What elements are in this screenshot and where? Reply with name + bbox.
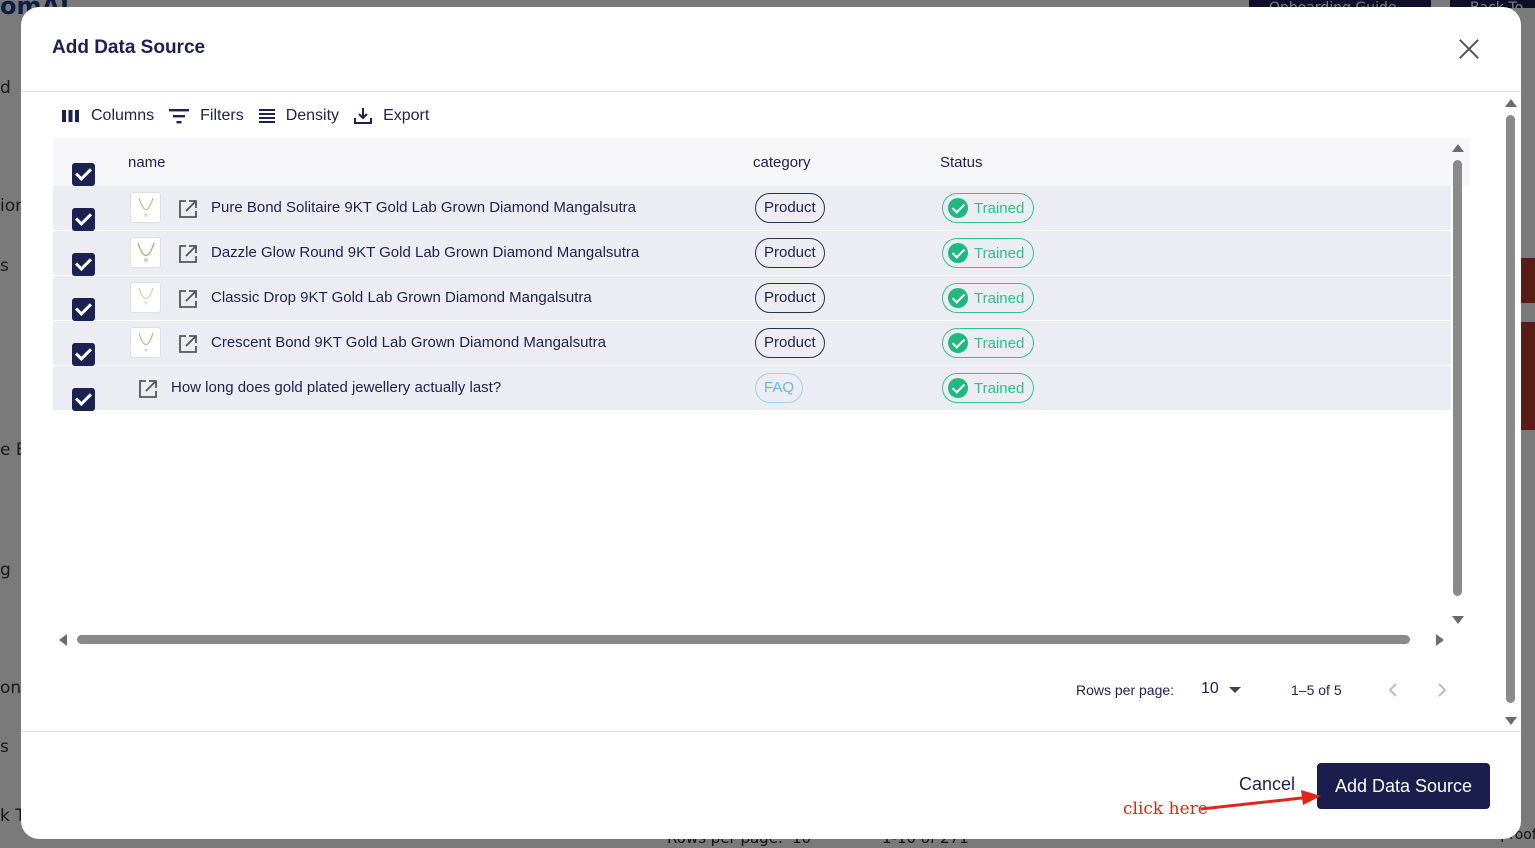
category-chip: Product <box>755 238 825 268</box>
rows-per-page-label: Rows per page: <box>1076 682 1175 698</box>
scrollbar-thumb[interactable] <box>1453 160 1462 596</box>
filters-label: Filters <box>200 107 244 124</box>
dialog-vertical-scrollbar[interactable] <box>1503 97 1519 727</box>
column-header-status[interactable]: Status <box>940 154 983 171</box>
table-row[interactable]: Pure Bond Solitaire 9KT Gold Lab Grown D… <box>53 186 1451 231</box>
columns-button[interactable]: Columns <box>61 107 154 125</box>
category-chip: Product <box>755 283 825 313</box>
chevron-down-icon[interactable] <box>1229 687 1241 693</box>
grid-toolbar: Columns Filters Density Export <box>61 106 429 126</box>
table-row[interactable]: Classic Drop 9KT Gold Lab Grown Diamond … <box>53 276 1451 321</box>
scroll-up-arrow-icon[interactable] <box>1505 99 1517 107</box>
table-row[interactable]: Dazzle Glow Round 9KT Gold Lab Grown Dia… <box>53 231 1451 276</box>
column-header-name[interactable]: name <box>128 154 166 171</box>
open-external-icon[interactable] <box>177 288 199 310</box>
category-chip: Product <box>755 328 825 358</box>
row-name: Crescent Bond 9KT Gold Lab Grown Diamond… <box>211 334 606 351</box>
export-button[interactable]: Export <box>353 106 429 126</box>
check-circle-icon <box>948 333 968 353</box>
previous-page-icon[interactable] <box>1383 680 1403 700</box>
grid-header-row: name category Status <box>53 138 1470 186</box>
row-name: Dazzle Glow Round 9KT Gold Lab Grown Dia… <box>211 244 640 261</box>
pagination: Rows per page: 10 1–5 of 5 <box>21 677 1521 707</box>
table-row[interactable]: Crescent Bond 9KT Gold Lab Grown Diamond… <box>53 321 1451 366</box>
data-grid: name category Status Pure Bond Solitaire… <box>53 138 1470 658</box>
density-icon <box>258 109 275 123</box>
density-label: Density <box>285 107 340 124</box>
row-checkbox[interactable] <box>72 252 95 276</box>
dialog-header: Add Data Source <box>21 7 1521 92</box>
scrollbar-thumb[interactable] <box>1506 115 1515 703</box>
export-label: Export <box>383 107 430 124</box>
open-external-icon[interactable] <box>177 243 199 265</box>
row-checkbox[interactable] <box>72 387 95 411</box>
row-name: Pure Bond Solitaire 9KT Gold Lab Grown D… <box>211 199 636 216</box>
filter-icon <box>169 109 190 124</box>
dialog-title: Add Data Source <box>52 37 206 58</box>
grid-horizontal-scrollbar[interactable] <box>57 632 1447 648</box>
columns-icon <box>62 110 79 122</box>
rows-per-page-select[interactable]: 10 <box>1201 680 1219 698</box>
select-all-checkbox[interactable] <box>72 162 95 186</box>
grid-vertical-scrollbar[interactable] <box>1451 144 1465 624</box>
scroll-down-arrow-icon[interactable] <box>1505 717 1517 725</box>
density-button[interactable]: Density <box>258 107 339 125</box>
scrollbar-thumb[interactable] <box>77 635 1410 644</box>
product-thumbnail <box>130 282 161 313</box>
close-icon[interactable] <box>1457 37 1481 61</box>
status-badge: Trained <box>942 238 1035 268</box>
check-circle-icon <box>948 198 968 218</box>
scroll-left-arrow-icon[interactable] <box>59 634 67 646</box>
check-circle-icon <box>948 243 968 263</box>
add-data-source-dialog: Add Data Source Columns Filters Density … <box>21 7 1521 839</box>
check-circle-icon <box>948 288 968 308</box>
open-external-icon[interactable] <box>177 333 199 355</box>
product-thumbnail <box>130 237 161 268</box>
column-header-category[interactable]: category <box>753 154 811 171</box>
status-badge: Trained <box>942 283 1035 313</box>
row-checkbox[interactable] <box>72 342 95 366</box>
status-badge: Trained <box>942 193 1035 223</box>
table-row[interactable]: How long does gold plated jewellery actu… <box>53 366 1451 411</box>
product-thumbnail <box>130 192 161 223</box>
product-thumbnail <box>130 327 161 358</box>
scroll-down-arrow-icon[interactable] <box>1452 616 1464 624</box>
row-name: Classic Drop 9KT Gold Lab Grown Diamond … <box>211 289 592 306</box>
dialog-footer: Cancel Add Data Source click here <box>21 731 1521 839</box>
scroll-right-arrow-icon[interactable] <box>1436 634 1444 646</box>
filters-button[interactable]: Filters <box>168 107 244 125</box>
dialog-body: Columns Filters Density Export name cate… <box>21 92 1521 732</box>
open-external-icon[interactable] <box>137 378 159 400</box>
scroll-up-arrow-icon[interactable] <box>1452 144 1464 152</box>
next-page-icon[interactable] <box>1432 680 1452 700</box>
download-icon <box>354 108 373 124</box>
columns-label: Columns <box>91 107 155 124</box>
row-checkbox[interactable] <box>72 207 95 231</box>
check-circle-icon <box>948 378 968 398</box>
page-range: 1–5 of 5 <box>1291 682 1342 698</box>
category-chip: FAQ <box>755 373 804 403</box>
annotation-label: click here <box>1123 799 1208 819</box>
status-badge: Trained <box>942 373 1035 403</box>
annotation-arrow-icon <box>1200 790 1321 811</box>
open-external-icon[interactable] <box>177 198 199 220</box>
row-checkbox[interactable] <box>72 297 95 321</box>
status-badge: Trained <box>942 328 1035 358</box>
category-chip: Product <box>755 193 825 223</box>
row-name: How long does gold plated jewellery actu… <box>171 379 502 396</box>
add-data-source-button[interactable]: Add Data Source <box>1317 763 1490 809</box>
